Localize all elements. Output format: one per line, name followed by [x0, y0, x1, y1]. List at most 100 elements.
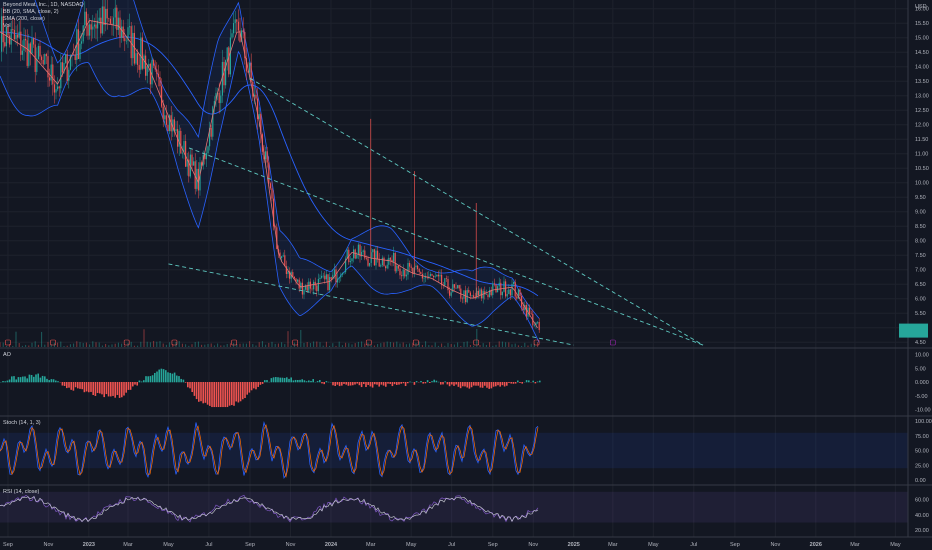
ao-tick-label: 5.00: [915, 366, 926, 372]
volume-bar: [409, 343, 411, 347]
candle-body: [533, 324, 535, 326]
volume-bar: [169, 342, 171, 347]
time-tick-label: 2023: [83, 542, 95, 548]
volume-bar: [101, 345, 103, 347]
rsi-tick-label: 40.00: [915, 513, 929, 519]
candle-body: [193, 161, 195, 166]
volume-bar: [338, 341, 340, 347]
candle-body: [89, 24, 91, 36]
candle-body: [393, 252, 395, 262]
candle-body: [113, 17, 115, 25]
rsi-pane[interactable]: [0, 491, 908, 523]
ao-bar: [488, 382, 490, 389]
candle-body: [37, 45, 39, 60]
volume-bar: [124, 345, 126, 347]
ao-bar: [376, 382, 378, 385]
ao-bar: [165, 370, 167, 383]
ao-bar: [499, 382, 501, 387]
ao-bar: [532, 380, 534, 383]
candle-body: [396, 265, 398, 272]
volume-bar: [277, 343, 279, 347]
ao-bar: [455, 382, 457, 385]
ao-bar: [316, 381, 319, 383]
ao-bar: [2, 381, 4, 383]
candle-body: [42, 60, 44, 65]
candle-body: [50, 64, 52, 81]
volume-bar: [473, 345, 475, 347]
ao-bar: [204, 382, 207, 403]
ao-title[interactable]: AO: [3, 352, 11, 358]
ao-tick-label: -10.00: [915, 408, 931, 414]
symbol-title[interactable]: Beyond Meat, Inc., 1D, NASDAQ: [3, 2, 84, 9]
volume-bar: [69, 344, 71, 347]
time-tick-label: Jul: [448, 542, 455, 548]
ao-pane[interactable]: [0, 368, 541, 408]
candle-body: [431, 274, 433, 276]
candle-body: [84, 11, 86, 26]
price-tick-label: 6.50: [915, 282, 926, 288]
candle-body: [437, 274, 439, 277]
rsi-title[interactable]: RSI (14, close): [3, 489, 39, 495]
candle-body: [31, 38, 33, 54]
price-tick-label: 14.00: [915, 65, 929, 71]
ao-bar: [55, 380, 57, 383]
volume-bar: [25, 344, 27, 347]
candle-body: [388, 257, 390, 265]
time-tick-label: Sep: [488, 542, 498, 548]
volume-bar: [498, 341, 500, 347]
candle-body: [151, 60, 153, 85]
candle-body: [116, 7, 118, 30]
candle-body: [354, 249, 356, 259]
candle-body: [65, 54, 67, 63]
bb-indicator-label[interactable]: BB (20, SMA, close, 2): [3, 9, 84, 16]
volume-bar: [261, 341, 263, 347]
candle-body: [68, 69, 70, 81]
volume-bar: [348, 343, 350, 347]
volume-bar: [306, 342, 308, 347]
ao-bar: [435, 380, 438, 383]
ao-bar: [200, 382, 202, 402]
ao-bar: [508, 382, 510, 383]
ao-bar: [74, 382, 77, 388]
price-tick-label: 11.50: [915, 137, 928, 143]
stoch-title[interactable]: Stoch (14, 1, 3): [3, 420, 41, 426]
candle-body: [436, 274, 438, 277]
candle-body: [233, 23, 235, 34]
volume-bar: [98, 342, 100, 347]
ao-bar: [63, 382, 66, 387]
ao-bar: [495, 382, 497, 387]
ao-bar: [512, 382, 515, 384]
ao-bar: [391, 382, 394, 387]
candle-body: [530, 313, 532, 315]
ao-bar: [202, 382, 204, 404]
volume-bar: [393, 342, 395, 347]
candle-body: [103, 6, 105, 25]
candle-body: [505, 281, 507, 297]
ao-bar: [539, 380, 541, 383]
ao-bar: [407, 382, 409, 384]
candle-body: [498, 282, 500, 287]
candle-body: [321, 275, 323, 278]
ao-bar: [325, 381, 328, 383]
ao-bar: [37, 373, 39, 383]
ao-bar: [184, 382, 187, 383]
ao-bar: [451, 382, 453, 385]
stoch-pane[interactable]: [0, 420, 908, 480]
candle-body: [191, 154, 193, 166]
candle-body: [503, 281, 505, 292]
price-tick-label: 10.50: [915, 166, 929, 172]
volume-bar: [130, 341, 132, 347]
candle-body: [66, 54, 68, 81]
volume-bar: [249, 341, 251, 347]
volume-bar: [537, 342, 539, 347]
ao-bar: [209, 382, 211, 406]
candle-body: [269, 183, 271, 189]
sma-indicator-label[interactable]: SMA (200, close): [3, 16, 84, 23]
ao-bar: [112, 382, 114, 396]
candle-body: [23, 38, 25, 51]
ao-bar: [477, 382, 479, 386]
ao-bar: [323, 382, 325, 385]
vol-indicator-label[interactable]: Vol: [3, 23, 84, 30]
ao-bar: [195, 382, 198, 400]
ao-bar: [374, 382, 376, 385]
